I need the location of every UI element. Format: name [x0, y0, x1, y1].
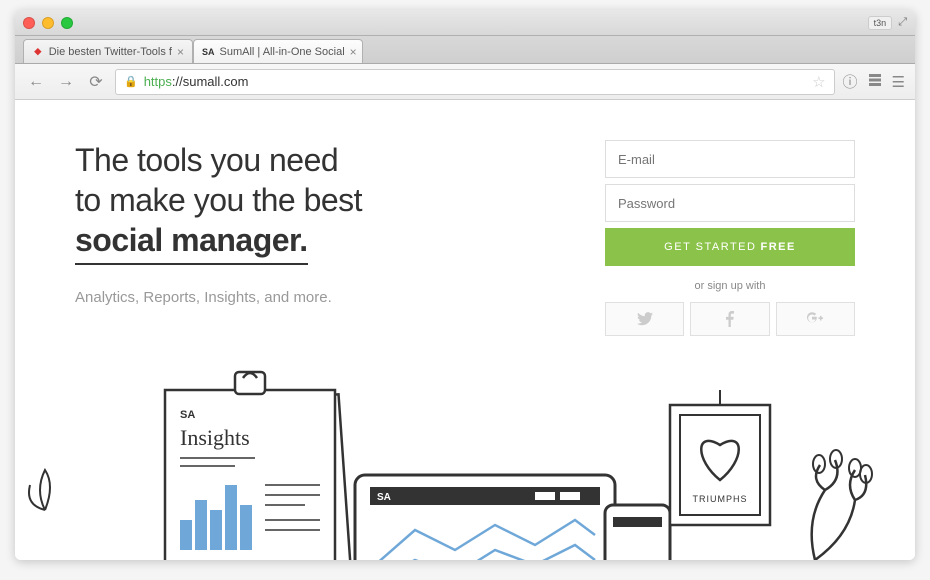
- maximize-window-button[interactable]: [61, 17, 73, 29]
- traffic-lights: [23, 17, 73, 29]
- get-started-button[interactable]: GET STARTED FREE: [605, 228, 855, 266]
- tab-label: SumAll | All-in-One Social: [220, 46, 345, 58]
- svg-text:SA: SA: [377, 492, 391, 503]
- url-host: sumall.com: [183, 74, 249, 89]
- bookmark-star-icon[interactable]: ☆: [812, 73, 825, 91]
- sa-logo-text: SA: [180, 409, 195, 421]
- email-field[interactable]: [605, 140, 855, 178]
- favicon-sumall: SA: [202, 45, 215, 59]
- back-button[interactable]: ←: [25, 73, 47, 91]
- hero-illustration: SA Insights: [15, 330, 915, 560]
- or-signup-with-label: or sign up with: [605, 280, 855, 292]
- forward-button[interactable]: →: [55, 73, 77, 91]
- url-protocol: https: [144, 74, 172, 89]
- subtitle: Analytics, Reports, Insights, and more.: [75, 289, 545, 306]
- facebook-icon: [725, 311, 734, 327]
- favicon-t3n: ◆: [32, 45, 44, 59]
- titlebar: t3n ⤢: [15, 10, 915, 36]
- password-field[interactable]: [605, 184, 855, 222]
- cta-label: GET STARTED: [664, 241, 756, 253]
- reload-button[interactable]: ⟳: [85, 72, 107, 92]
- google-icon: [807, 311, 823, 327]
- headline-line1: The tools you need: [75, 142, 338, 178]
- minimize-window-button[interactable]: [42, 17, 54, 29]
- twitter-icon: [637, 312, 653, 326]
- tab-twitter-tools[interactable]: ◆ Die besten Twitter-Tools f ×: [23, 39, 193, 63]
- close-tab-icon[interactable]: ×: [177, 45, 184, 59]
- browser-window: t3n ⤢ ◆ Die besten Twitter-Tools f × SA …: [15, 10, 915, 560]
- info-icon[interactable]: ⓘ: [843, 71, 858, 92]
- headline-line2: to make you the best: [75, 182, 362, 218]
- signup-form: GET STARTED FREE or sign up with: [605, 140, 855, 336]
- tab-strip: ◆ Die besten Twitter-Tools f × SA SumAll…: [15, 36, 915, 64]
- headline-line3: social manager.: [75, 220, 308, 265]
- close-window-button[interactable]: [23, 17, 35, 29]
- address-bar[interactable]: 🔒 https://sumall.com ☆: [115, 69, 835, 95]
- url-separator: ://: [172, 74, 183, 89]
- t3n-badge: t3n: [868, 16, 893, 30]
- page-content: The tools you need to make you the best …: [15, 100, 915, 560]
- lock-icon: 🔒: [124, 75, 138, 88]
- extension-icon[interactable]: [868, 73, 882, 91]
- browser-toolbar: ← → ⟳ 🔒 https://sumall.com ☆ ⓘ ☰: [15, 64, 915, 100]
- tab-label: Die besten Twitter-Tools f: [49, 46, 172, 58]
- headline: The tools you need to make you the best …: [75, 140, 545, 265]
- menu-icon[interactable]: ☰: [892, 73, 905, 91]
- close-tab-icon[interactable]: ×: [350, 45, 357, 59]
- tab-sumall[interactable]: SA SumAll | All-in-One Social ×: [193, 39, 363, 63]
- fullscreen-icon[interactable]: ⤢: [898, 16, 907, 29]
- svg-text:TRIUMPHS: TRIUMPHS: [693, 494, 748, 504]
- cta-free-label: FREE: [760, 241, 795, 253]
- insights-label: Insights: [180, 425, 250, 450]
